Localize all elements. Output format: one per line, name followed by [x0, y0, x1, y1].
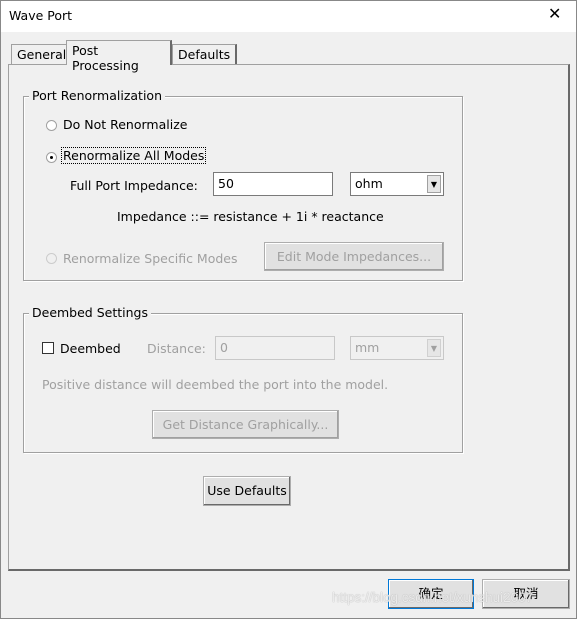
do-not-renormalize-label[interactable]: Do Not Renormalize [63, 117, 187, 132]
tab-post-processing[interactable]: Post Processing [66, 40, 172, 73]
impedance-unit-select[interactable]: ohm ▼ [350, 172, 444, 196]
renormalize-specific-label[interactable]: Renormalize Specific Modes [63, 251, 238, 266]
renormalize-all-modes-radio[interactable] [46, 152, 57, 163]
tab-label: Defaults [178, 47, 231, 62]
deembed-hint: Positive distance will deembed the port … [42, 377, 389, 392]
group-label: Deembed Settings [29, 305, 151, 320]
tab-defaults[interactable]: Defaults [172, 44, 238, 65]
chevron-down-icon: ▼ [427, 339, 441, 357]
distance-unit-select[interactable]: mm ▼ [350, 336, 444, 360]
use-defaults-button[interactable]: Use Defaults [203, 476, 291, 506]
do-not-renormalize-radio[interactable] [46, 120, 57, 131]
distance-label: Distance: [147, 341, 206, 356]
renormalize-all-modes-label[interactable]: Renormalize All Modes [60, 147, 207, 164]
impedance-label: Full Port Impedance: [70, 178, 198, 193]
deembed-label[interactable]: Deembed [60, 341, 121, 356]
chevron-down-icon: ▼ [427, 175, 441, 193]
impedance-formula: Impedance ::= resistance + 1i * reactanc… [117, 209, 384, 224]
selected-value: ohm [355, 176, 383, 191]
deembed-checkbox[interactable] [42, 342, 54, 354]
tab-label: Post Processing [72, 43, 139, 73]
get-distance-graphically-button[interactable]: Get Distance Graphically... [152, 410, 339, 439]
impedance-input[interactable]: 50 [213, 172, 333, 196]
selected-value: mm [355, 340, 380, 355]
tab-label: General [17, 47, 67, 62]
tab-general[interactable]: General [11, 44, 74, 65]
group-label: Port Renormalization [29, 88, 166, 103]
renormalize-specific-radio[interactable] [46, 253, 57, 264]
edit-mode-impedances-button[interactable]: Edit Mode Impedances... [264, 242, 444, 271]
distance-input[interactable]: 0 [215, 336, 335, 360]
title-bar [0, 0, 577, 32]
watermark: https://blog.csdn.net/xunshui2007 [332, 590, 534, 605]
close-icon[interactable]: ✕ [548, 4, 561, 23]
window-title: Wave Port [9, 8, 73, 23]
